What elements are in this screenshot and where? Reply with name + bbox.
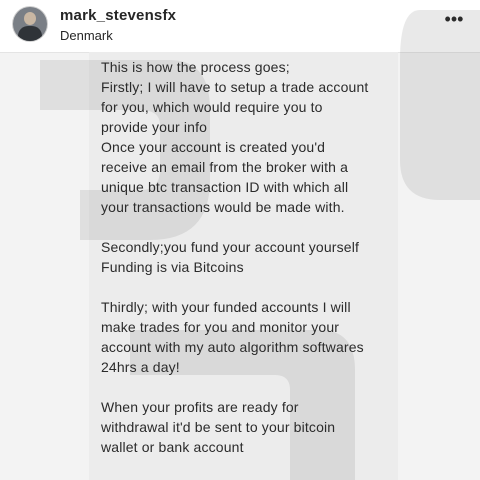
message-blank-line — [101, 217, 401, 237]
post-header: mark_stevensfx Denmark ••• — [0, 0, 480, 53]
message-blank-line — [101, 277, 401, 297]
message-line: unique btc transaction ID with which all — [101, 179, 349, 195]
message-line: When your profits are ready for — [101, 399, 299, 415]
message-line: Once your account is created you'd — [101, 139, 326, 155]
avatar[interactable] — [13, 7, 47, 41]
more-horizontal-icon[interactable]: ••• — [442, 10, 466, 28]
message-line: provide your info — [101, 119, 208, 135]
message-line: This is how the process goes; — [101, 59, 290, 75]
message-line: 24hrs a day! — [101, 359, 180, 375]
message-line: Secondly;you fund your account yourself — [101, 239, 360, 255]
message-line: for you, which would require you to — [101, 99, 323, 115]
message-line: withdrawal it'd be sent to your bitcoin — [101, 419, 336, 435]
message-line: Firstly; I will have to setup a trade ac… — [101, 79, 369, 95]
message-line: account with my auto algorithm softwares — [101, 339, 364, 355]
message-line: receive an email from the broker with a — [101, 159, 349, 175]
location[interactable]: Denmark — [60, 28, 113, 43]
avatar-body — [18, 26, 42, 41]
message-line: Thirdly; with your funded accounts I wil… — [101, 299, 351, 315]
message-line: wallet or bank account — [101, 439, 244, 455]
message-line: your transactions would be made with. — [101, 199, 345, 215]
username[interactable]: mark_stevensfx — [60, 7, 176, 24]
message-blank-line — [101, 377, 401, 397]
message-text: This is how the process goes; Firstly; I … — [101, 57, 401, 457]
avatar-head — [24, 12, 36, 25]
message-line: make trades for you and monitor your — [101, 319, 340, 335]
message-line: Funding is via Bitcoins — [101, 259, 244, 275]
